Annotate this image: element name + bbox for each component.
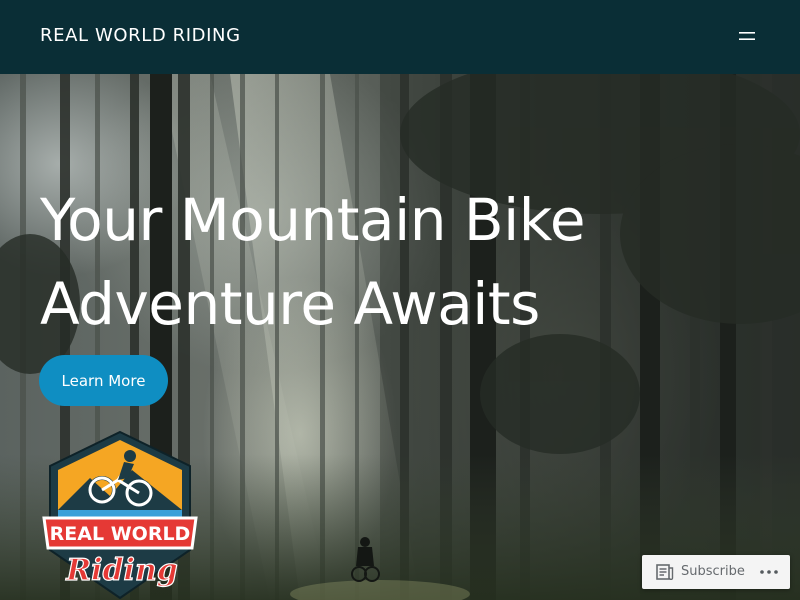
hero-title: Your Mountain Bike Adventure Awaits (40, 178, 660, 346)
learn-more-button[interactable]: Learn More (39, 355, 168, 406)
menu-button[interactable] (732, 27, 762, 47)
reader-icon (656, 564, 674, 580)
subscribe-bar: Subscribe (642, 555, 790, 589)
ellipsis-icon (760, 570, 778, 574)
mountain-biker-badge-logo[interactable]: REAL WORLD Riding (40, 430, 200, 600)
site-header: REAL WORLD RIDING (0, 0, 800, 74)
logo-text-line-1: REAL WORLD (50, 523, 191, 545)
logo-text-line-2: Riding (65, 553, 178, 588)
subscribe-button[interactable]: Subscribe (652, 561, 745, 583)
site-title[interactable]: REAL WORLD RIDING (40, 25, 241, 47)
more-options-button[interactable] (756, 561, 784, 583)
hamburger-menu-icon (739, 32, 755, 40)
hero-title-line-2: Adventure Awaits (40, 270, 540, 338)
hero-title-line-1: Your Mountain Bike (40, 186, 586, 254)
hero-section: Your Mountain Bike Adventure Awaits Lear… (0, 74, 800, 600)
subscribe-label: Subscribe (681, 564, 745, 579)
